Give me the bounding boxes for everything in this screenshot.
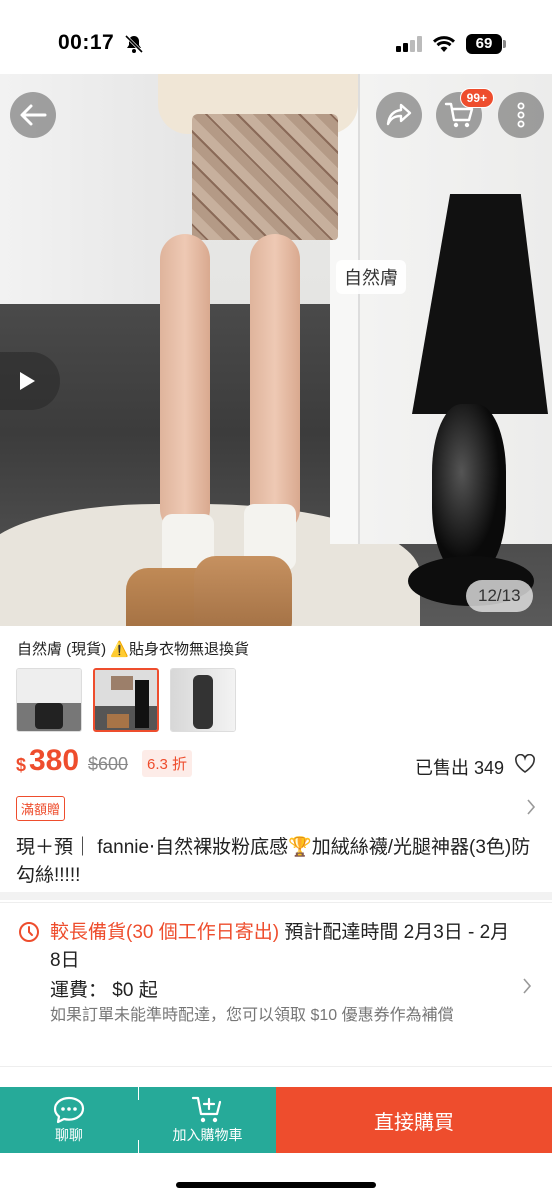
heart-icon[interactable] [514,754,536,774]
status-bar: 00:17 69 [0,0,552,74]
photo-boot [194,556,292,626]
current-price: 380 [29,744,80,777]
play-video-button[interactable] [0,352,60,410]
signal-icon [396,36,422,52]
photo-leg [160,234,210,534]
photo-leg [250,234,300,534]
chevron-right-icon [527,799,536,815]
variant-thumbnail[interactable] [16,668,82,732]
late-delivery-note: 如果訂單未能準時配達，您可以領取 $10 優惠券作為補償 [50,1007,454,1024]
add-to-cart-label: 加入購物車 [172,1127,243,1143]
chat-icon [53,1096,85,1124]
discount-badge: 6.3 折 [142,750,193,777]
clock-icon [19,922,39,942]
image-page-counter: 12/13 [466,580,533,612]
wifi-icon [433,36,455,52]
long-preparation-label: 較長備貨(30 個工作日寄出) [50,922,280,943]
shipping-fee: 運費： $0 起 [50,980,158,1001]
selected-variant-name: 自然膚 (現貨) ⚠️貼身衣物無退換貨 [17,641,250,658]
share-button[interactable] [376,92,422,138]
bell-off-icon [124,34,144,54]
bottom-action-bar: 聊聊 加入購物車 直接購買 [0,1087,552,1153]
share-icon [386,103,412,126]
cart-count-badge: 99+ [459,88,494,108]
section-divider [0,892,552,900]
add-cart-icon [191,1096,221,1123]
more-options-button[interactable] [498,92,544,138]
back-button[interactable] [10,92,56,138]
chat-button[interactable]: 聊聊 [0,1087,138,1153]
next-section-peek [0,1066,552,1088]
chat-label: 聊聊 [55,1127,83,1143]
status-time: 00:17 [58,31,115,54]
price-row: $ 380 $600 6.3 折 已售出 349 [16,744,536,784]
promo-row[interactable]: 滿額贈 [16,796,536,822]
add-to-cart-button[interactable]: 加入購物車 [139,1087,276,1153]
original-price: $600 [88,754,129,774]
shipping-estimate: 較長備貨(30 個工作日寄出) 預計配達時間 2月3日 - 2月8日 [50,919,510,975]
chevron-right-icon [523,978,532,994]
more-icon [517,102,525,128]
sold-count: 已售出 349 [414,758,504,778]
product-title: 現＋預｜ fannie‧自然裸妝粉底感🏆加絨絲襪/光腿神器(3色)防勾絲!!!!… [16,837,531,886]
back-arrow-icon [20,104,47,126]
product-image-carousel[interactable]: 99+ 自然膚 12/13 [0,74,552,626]
home-indicator[interactable] [176,1182,376,1188]
variant-thumbnail-selected[interactable] [93,668,159,732]
photo-lamp-body [432,404,506,574]
price-currency: $ [16,755,27,775]
promo-tag: 滿額贈 [16,796,66,821]
battery-indicator: 69 [466,34,506,54]
photo-skirt [192,114,338,240]
cart-button[interactable]: 99+ [436,88,494,138]
image-variant-label: 自然膚 [336,260,406,294]
buy-now-button[interactable]: 直接購買 [276,1087,552,1153]
variant-thumbnails [16,668,236,732]
shipping-section[interactable]: 較長備貨(30 個工作日寄出) 預計配達時間 2月3日 - 2月8日 運費： $… [0,902,552,1066]
variant-thumbnail[interactable] [170,668,236,732]
play-icon [20,372,35,390]
